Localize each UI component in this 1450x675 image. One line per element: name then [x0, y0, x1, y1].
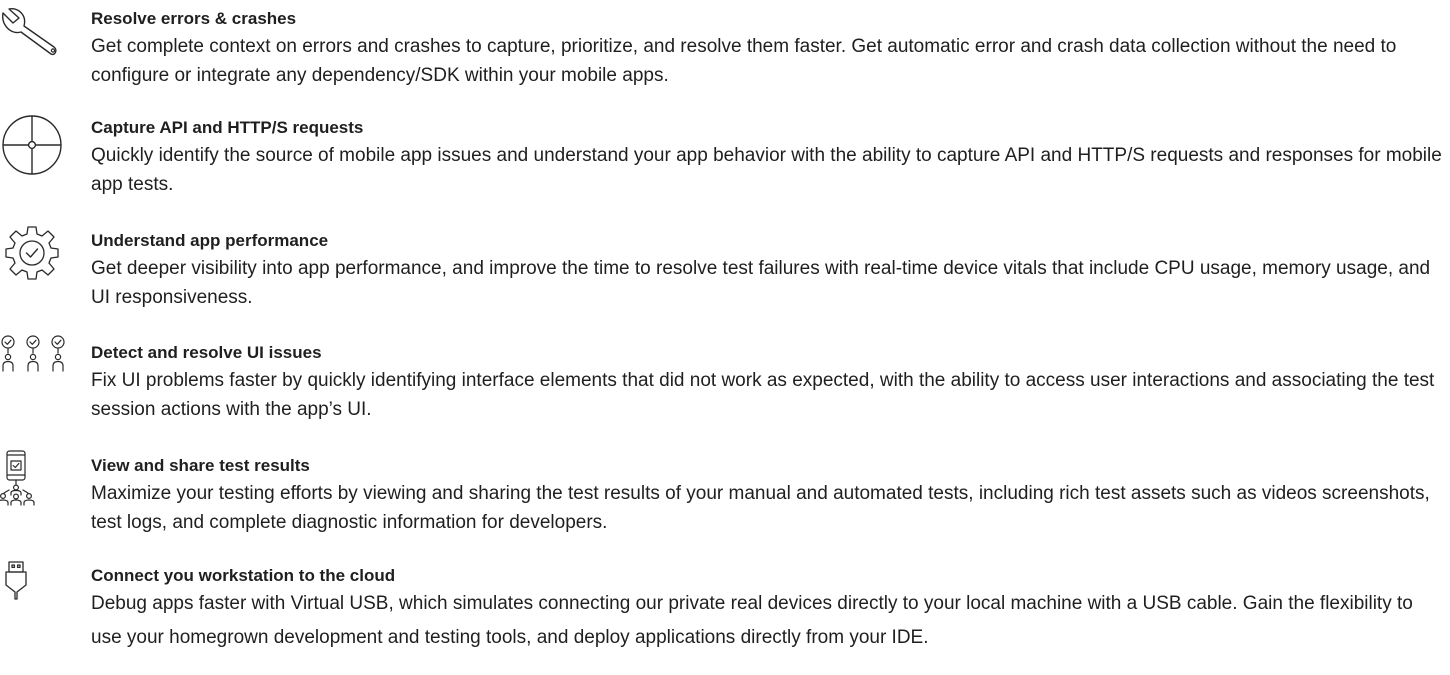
- feature-description: Get deeper visibility into app performan…: [91, 258, 1431, 308]
- feature-title: Understand app performance: [91, 231, 329, 250]
- feature-description: Maximize your testing efforts by viewing…: [91, 483, 1430, 533]
- phone-share-icon: [0, 450, 70, 510]
- feature-description: Get complete context on errors and crash…: [91, 36, 1397, 86]
- feature-title: Resolve errors & crashes: [91, 9, 297, 28]
- crosshair-icon: [0, 113, 70, 175]
- feature-title: Detect and resolve UI issues: [91, 343, 322, 362]
- feature-title: Connect you workstation to the cloud: [91, 566, 396, 585]
- gear-check-icon: [0, 223, 70, 283]
- feature-description: Debug apps faster with Virtual USB, whic…: [91, 593, 1413, 648]
- users-check-icon: [0, 335, 70, 395]
- feature-title: Capture API and HTTP/S requests: [91, 118, 364, 137]
- feature-title: View and share test results: [91, 456, 310, 475]
- feature-description: Fix UI problems faster by quickly identi…: [91, 370, 1435, 420]
- wrench-icon: [0, 8, 70, 69]
- usb-icon: [0, 561, 70, 621]
- feature-list: Resolve errors & crashes Get complete co…: [0, 0, 1450, 675]
- feature-description: Quickly identify the source of mobile ap…: [91, 145, 1442, 195]
